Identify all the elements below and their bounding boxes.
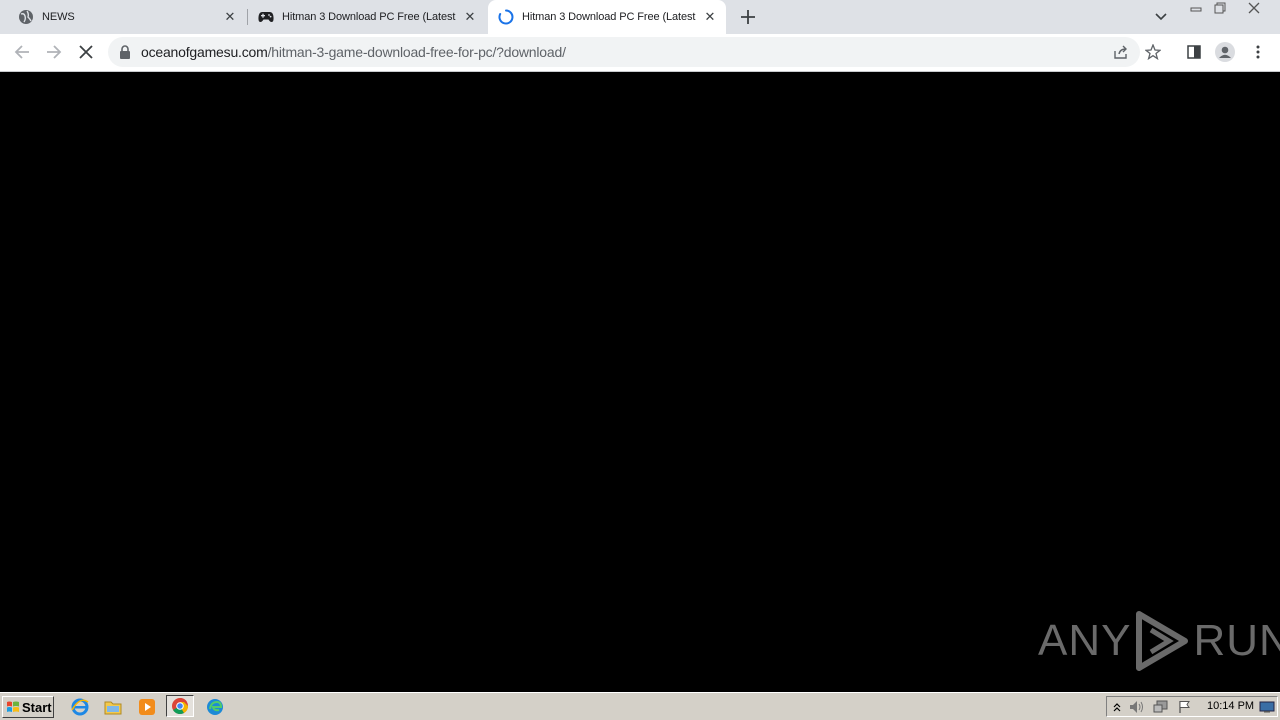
menu-button[interactable]: [1248, 42, 1268, 62]
system-tray: 10:14 PM: [1106, 696, 1278, 717]
url-path: /hitman-3-game-download-free-for-pc/?dow…: [267, 44, 566, 60]
bookmark-button[interactable]: [1144, 43, 1162, 61]
internet-explorer-icon[interactable]: [70, 697, 90, 717]
network-icon[interactable]: [1153, 699, 1169, 715]
back-button[interactable]: [10, 40, 34, 64]
kebab-menu-icon: [1256, 45, 1260, 59]
share-icon: [1114, 45, 1127, 59]
clock[interactable]: 10:14 PM: [1207, 700, 1254, 712]
close-window-button[interactable]: [1242, 1, 1266, 15]
browser-toolbar: oceanofgamesu.com/hitman-3-game-download…: [0, 34, 1280, 72]
restore-icon: [1214, 2, 1226, 14]
profile-button[interactable]: [1215, 42, 1235, 62]
tab-news[interactable]: NEWS ✕: [0, 0, 246, 34]
star-icon: [1145, 44, 1161, 60]
avatar-icon: [1215, 42, 1235, 62]
start-button[interactable]: Start: [2, 696, 54, 718]
volume-icon[interactable]: [1129, 699, 1145, 715]
media-player-icon[interactable]: [137, 697, 157, 717]
windows-logo-icon: [7, 701, 19, 712]
watermark-right-text: RUN: [1193, 616, 1280, 665]
arrow-right-icon: [47, 45, 62, 59]
tab-title: Hitman 3 Download PC Free (Latest: [522, 11, 696, 23]
edge-icon[interactable]: [205, 697, 225, 717]
tab-hitman-1[interactable]: Hitman 3 Download PC Free (Latest ✕: [240, 0, 486, 34]
globe-icon: [18, 9, 34, 25]
side-panel-icon: [1187, 45, 1201, 59]
page-content[interactable]: ANY RUN: [0, 72, 1280, 692]
plus-icon: [741, 10, 755, 24]
chevron-down-icon: [1155, 13, 1167, 21]
close-icon: [1248, 2, 1260, 14]
side-panel-button[interactable]: [1184, 42, 1204, 62]
url-text[interactable]: oceanofgamesu.com/hitman-3-game-download…: [141, 44, 566, 60]
lock-icon: [120, 45, 130, 59]
start-label: Start: [22, 699, 52, 715]
taskbar: Start 10:14 PM: [0, 692, 1280, 720]
chrome-icon[interactable]: [166, 695, 194, 717]
chevron-up-icon: [1113, 703, 1121, 712]
gamepad-icon: [258, 9, 274, 25]
tab-strip: NEWS ✕ Hitman 3 Download PC Free (Latest…: [0, 0, 1280, 34]
arrow-left-icon: [14, 45, 29, 59]
play-logo-icon: [1136, 611, 1189, 671]
loading-spinner-icon: [498, 9, 514, 25]
stop-icon: [79, 45, 93, 59]
tab-close-icon[interactable]: ✕: [702, 9, 718, 25]
minimize-button[interactable]: [1184, 1, 1208, 15]
url-host: oceanofgamesu.com: [141, 44, 268, 60]
restore-button[interactable]: [1208, 1, 1232, 15]
tab-title: NEWS: [42, 11, 75, 23]
show-desktop-icon[interactable]: [1259, 699, 1275, 715]
stop-loading-button[interactable]: [74, 40, 98, 64]
folder-icon[interactable]: [103, 697, 123, 717]
show-hidden-icons-button[interactable]: [1109, 699, 1125, 715]
anyrun-watermark: ANY RUN: [1038, 610, 1280, 672]
minimize-icon: [1190, 7, 1202, 12]
tab-hitman-active[interactable]: Hitman 3 Download PC Free (Latest ✕: [488, 0, 726, 34]
share-button[interactable]: [1112, 43, 1130, 61]
action-center-flag-icon[interactable]: [1177, 699, 1193, 715]
address-bar[interactable]: oceanofgamesu.com/hitman-3-game-download…: [108, 37, 1161, 67]
tab-title: Hitman 3 Download PC Free (Latest: [282, 11, 456, 23]
tab-close-icon[interactable]: ✕: [462, 9, 478, 25]
new-tab-button[interactable]: [737, 6, 759, 28]
tab-close-icon[interactable]: ✕: [222, 9, 238, 25]
watermark-left-text: ANY: [1038, 616, 1132, 665]
tab-search-button[interactable]: [1152, 8, 1170, 26]
forward-button[interactable]: [42, 40, 66, 64]
